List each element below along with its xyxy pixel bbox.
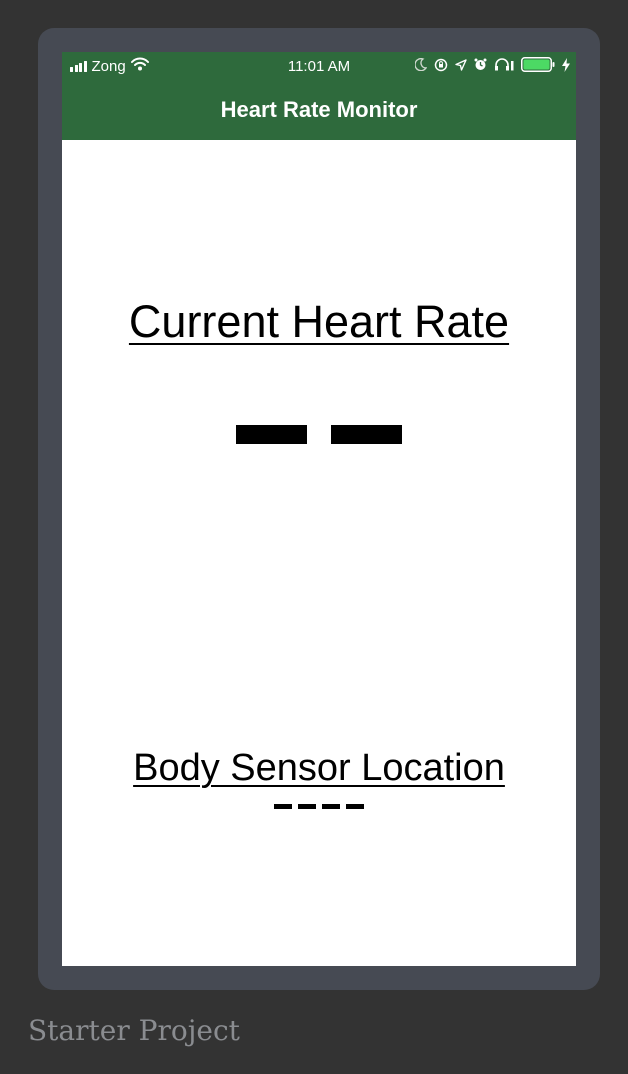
sensor-dash: [298, 804, 316, 809]
location-icon: [455, 58, 467, 75]
heart-rate-label: Current Heart Rate: [128, 296, 510, 347]
orientation-lock-icon: [434, 58, 448, 76]
caption: Starter Project: [28, 1014, 240, 1047]
app-screen: Zong 11:01 AM Heart Rate Monitor Current…: [62, 52, 576, 966]
navigation-bar: Heart Rate Monitor: [62, 82, 576, 140]
alarm-icon: [474, 58, 487, 75]
sensor-dash: [322, 804, 340, 809]
status-right: [414, 57, 570, 76]
body-sensor-location-label: Body Sensor Location: [133, 747, 505, 789]
charging-icon: [562, 57, 570, 76]
battery-icon: [521, 57, 555, 76]
nav-title: Heart Rate Monitor: [220, 97, 418, 122]
status-bar: Zong 11:01 AM: [62, 52, 576, 82]
body-sensor-location-value: [62, 804, 576, 809]
heart-rate-dash: [331, 425, 402, 444]
headphones-icon: [494, 58, 514, 75]
heart-rate-value: [62, 425, 576, 444]
sensor-dash: [274, 804, 292, 809]
moon-icon: [414, 57, 428, 75]
sensor-dash: [346, 804, 364, 809]
heart-rate-dash: [236, 425, 307, 444]
device-frame: Zong 11:01 AM Heart Rate Monitor Current…: [38, 28, 600, 990]
